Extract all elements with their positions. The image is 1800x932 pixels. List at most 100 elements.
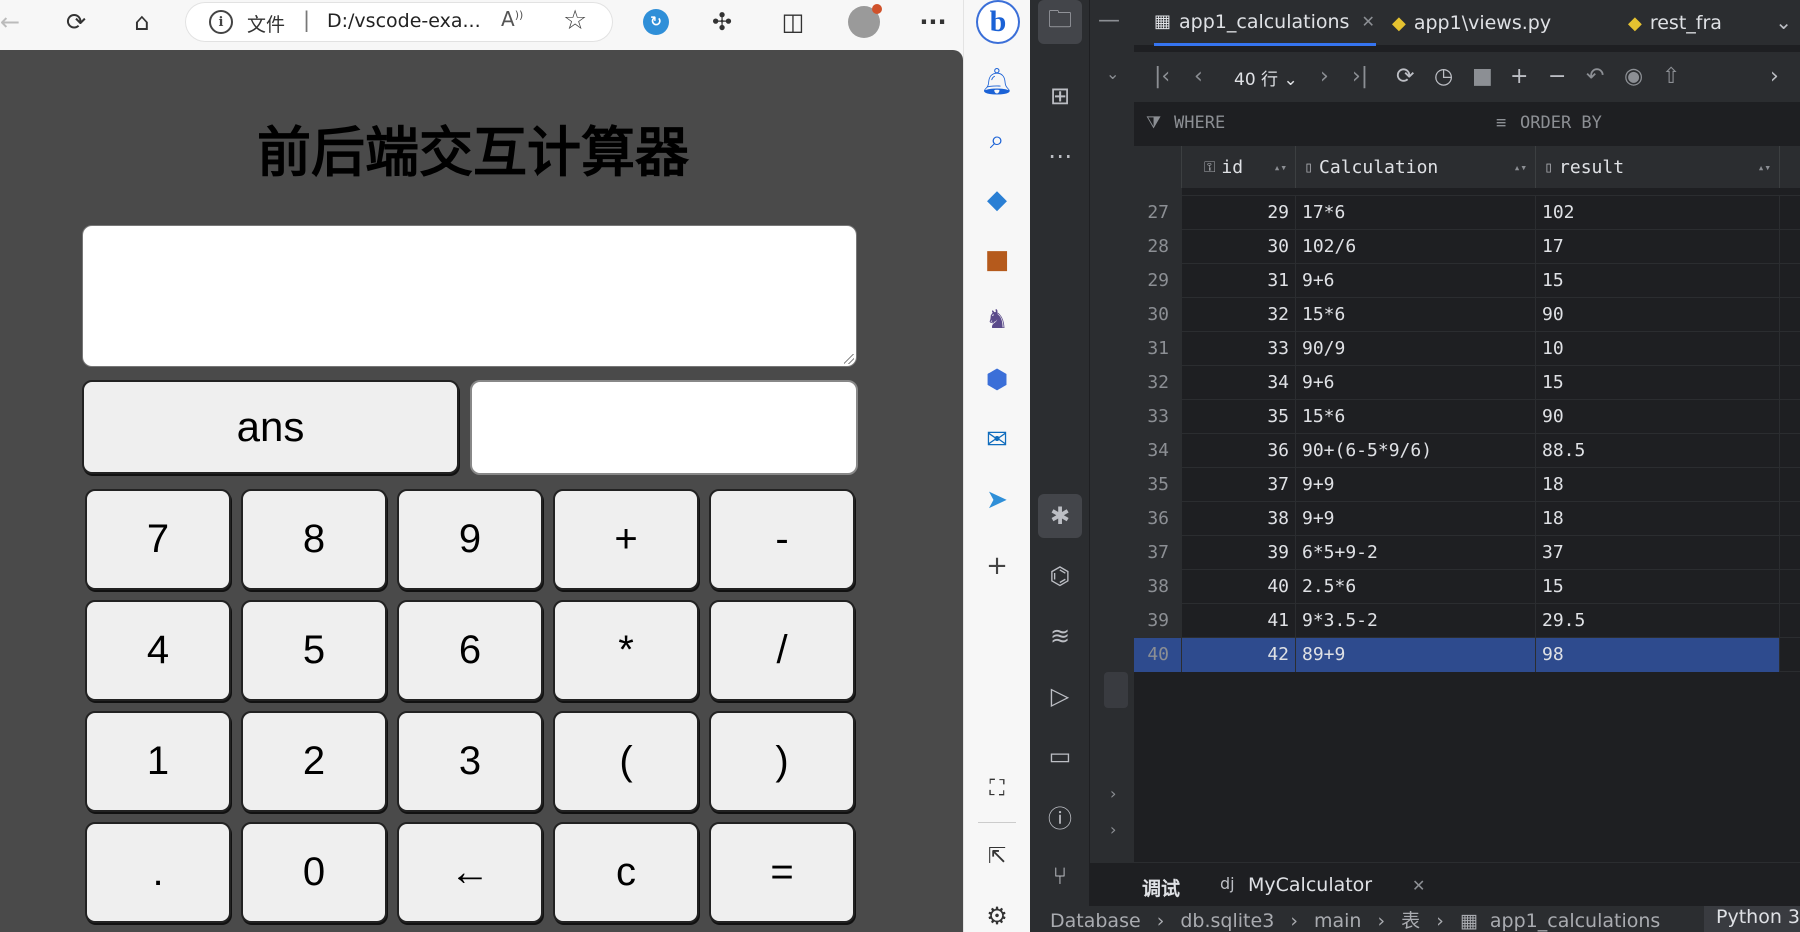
cell-result[interactable]: 88.5 (1536, 434, 1780, 468)
cell-result[interactable]: 15 (1536, 570, 1780, 604)
key-9[interactable]: 9 (397, 489, 543, 590)
send-icon[interactable]: ➤ (975, 478, 1019, 522)
tab-app1-calculations[interactable]: ▦ app1_calculations ✕ (1154, 0, 1376, 46)
breadcrumb-item[interactable]: 表 (1401, 910, 1420, 932)
row-number-cell[interactable]: 32 (1134, 366, 1182, 400)
table-row[interactable]: 32 34 9+6 15 (1134, 366, 1800, 400)
interpreter-status[interactable]: Python 3 (1704, 906, 1800, 932)
table-row[interactable]: 39 41 9*3.5-2 29.5 (1134, 604, 1800, 638)
row-number-cell[interactable]: 27 (1134, 196, 1182, 230)
cell-id[interactable]: 30 (1182, 230, 1296, 264)
address-url[interactable]: D:/vscode-exa... (327, 10, 481, 32)
tools-briefcase-icon[interactable]: ■ (975, 238, 1019, 282)
tab-list-chevron-icon[interactable]: ⌄ (1775, 10, 1792, 34)
minimize-dash-icon[interactable]: — (1098, 8, 1120, 33)
breadcrumb-item[interactable]: Database (1050, 910, 1141, 932)
resize-grip-icon[interactable] (844, 354, 854, 364)
key-close-paren[interactable]: ) (709, 711, 855, 812)
table-row[interactable]: 36 38 9+9 18 (1134, 502, 1800, 536)
cell-id[interactable]: 37 (1182, 468, 1296, 502)
cell-id[interactable]: 42 (1182, 638, 1296, 672)
table-row-selected[interactable]: 40 42 89+9 98 (1134, 638, 1800, 672)
cell-id[interactable]: 39 (1182, 536, 1296, 570)
cell-result[interactable]: 90 (1536, 298, 1780, 332)
debug-bug-icon[interactable]: ✱ (1038, 494, 1082, 538)
tab-views-py[interactable]: ◆ app1\views.py (1392, 0, 1551, 46)
key-backspace[interactable]: ← (397, 822, 543, 923)
table-row[interactable]: 38 40 2.5*6 15 (1134, 570, 1800, 604)
structure-icon[interactable]: ⊞ (1038, 74, 1082, 118)
settings-gear-icon[interactable]: ⚙ (975, 894, 1019, 932)
cell-calculation[interactable]: 90/9 (1296, 332, 1536, 366)
previous-page-icon[interactable]: ‹ (1194, 64, 1203, 89)
expand-chevron-icon[interactable]: › (1110, 784, 1116, 803)
cell-id[interactable]: 41 (1182, 604, 1296, 638)
page-size-select[interactable]: 40 行 ⌄ (1234, 65, 1298, 90)
profile-avatar[interactable] (846, 4, 882, 40)
cell-result[interactable]: 29.5 (1536, 604, 1780, 638)
cell-result[interactable]: 10 (1536, 332, 1780, 366)
problems-icon[interactable]: ⓘ (1038, 794, 1082, 838)
cell-result[interactable]: 98 (1536, 638, 1780, 672)
favorite-star-icon[interactable]: ☆ (563, 5, 587, 36)
notification-bell-icon[interactable]: 🔔︎ (975, 60, 1019, 104)
key-equals[interactable]: = (709, 822, 855, 923)
expand-chevron-icon-2[interactable]: › (1110, 820, 1116, 839)
add-icon[interactable]: + (975, 544, 1019, 588)
cell-calculation[interactable]: 9+6 (1296, 366, 1536, 400)
ans-button[interactable]: ans (82, 380, 459, 474)
cell-calculation[interactable]: 9+9 (1296, 468, 1536, 502)
cell-id[interactable]: 29 (1182, 196, 1296, 230)
cell-calculation[interactable]: 90+(6-5*9/6) (1296, 434, 1536, 468)
more-menu-icon[interactable]: ··· (915, 4, 951, 40)
table-row[interactable]: 29 31 9+6 15 (1134, 264, 1800, 298)
row-number-cell[interactable]: 37 (1134, 536, 1182, 570)
order-by-input[interactable]: ORDER BY (1520, 113, 1602, 133)
shopping-tag-icon[interactable]: ◆ (975, 178, 1019, 222)
breadcrumb-item[interactable]: db.sqlite3 (1180, 910, 1274, 932)
run-play-icon[interactable]: ▷ (1038, 674, 1082, 718)
where-clause-input[interactable]: WHERE (1174, 113, 1225, 133)
last-page-icon[interactable]: ›| (1352, 64, 1368, 89)
cell-id[interactable]: 31 (1182, 264, 1296, 298)
cell-result[interactable]: 18 (1536, 468, 1780, 502)
key-3[interactable]: 3 (397, 711, 543, 812)
extensions-puzzle-icon[interactable]: ✣ (704, 4, 740, 40)
cell-calculation[interactable]: 89+9 (1296, 638, 1536, 672)
collapse-chevron-icon[interactable]: ⌄ (1106, 64, 1119, 83)
row-number-cell[interactable]: 28 (1134, 230, 1182, 264)
row-number-cell[interactable]: 36 (1134, 502, 1182, 536)
bing-copilot-icon[interactable]: b (976, 0, 1020, 44)
column-header-id[interactable]: ⚿ id ▴▾ (1182, 146, 1296, 188)
cell-id[interactable]: 34 (1182, 366, 1296, 400)
sort-toggle-icon[interactable]: ▴▾ (1758, 161, 1771, 174)
screenshot-icon[interactable]: ⛶ (975, 766, 1019, 810)
outlook-icon[interactable]: ✉ (975, 418, 1019, 462)
sort-toggle-icon[interactable]: ▴▾ (1514, 161, 1527, 174)
cell-calculation[interactable]: 102/6 (1296, 230, 1536, 264)
key-2[interactable]: 2 (241, 711, 387, 812)
home-icon[interactable]: ⌂ (124, 4, 160, 40)
cell-id[interactable]: 40 (1182, 570, 1296, 604)
more-tools-icon[interactable]: ⋯ (1038, 134, 1082, 178)
cell-calculation[interactable]: 15*6 (1296, 400, 1536, 434)
key-open-paren[interactable]: ( (553, 711, 699, 812)
cell-id[interactable]: 32 (1182, 298, 1296, 332)
cell-id[interactable]: 38 (1182, 502, 1296, 536)
split-screen-icon[interactable]: ◫ (775, 4, 811, 40)
stop-icon[interactable]: ■ (1472, 64, 1493, 89)
run-config-tab[interactable]: MyCalculator (1248, 874, 1372, 896)
cell-result[interactable]: 37 (1536, 536, 1780, 570)
cell-calculation[interactable]: 6*5+9-2 (1296, 536, 1536, 570)
cell-result[interactable]: 18 (1536, 502, 1780, 536)
office-icon[interactable]: ⬢ (975, 358, 1019, 402)
cell-calculation[interactable]: 9+9 (1296, 502, 1536, 536)
cell-result[interactable]: 15 (1536, 366, 1780, 400)
debug-tab[interactable]: 调试 (1142, 874, 1180, 901)
table-row[interactable]: 35 37 9+9 18 (1134, 468, 1800, 502)
key-minus[interactable]: - (709, 489, 855, 590)
key-6[interactable]: 6 (397, 600, 543, 701)
python-console-icon[interactable]: ⌬ (1038, 554, 1082, 598)
key-1[interactable]: 1 (85, 711, 231, 812)
row-number-cell[interactable]: 29 (1134, 264, 1182, 298)
